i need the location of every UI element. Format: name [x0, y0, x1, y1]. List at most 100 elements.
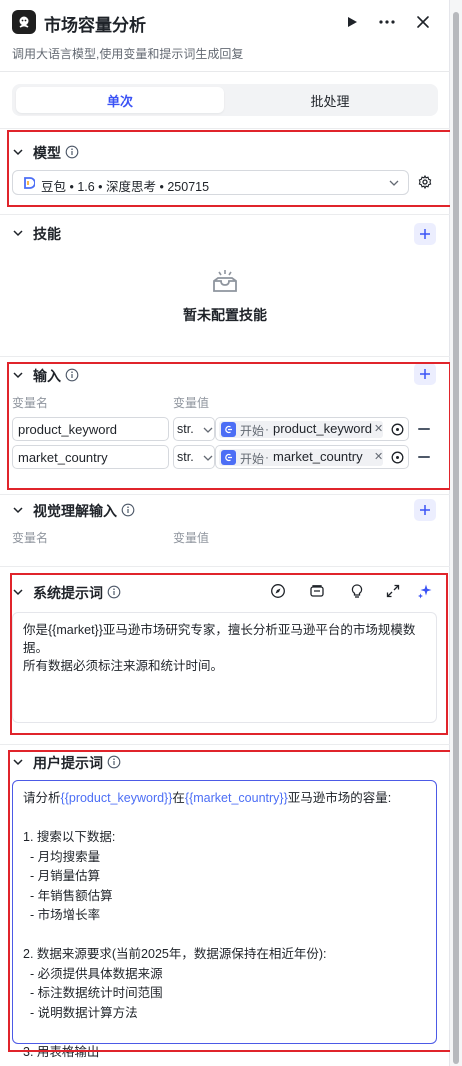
user-prompt-line: - 说明数据计算方法 — [23, 1005, 138, 1020]
system-prompt-editor[interactable]: 你是{{market}}亚马逊市场研究专家，擅长分析亚马逊平台的市场规模数 据。… — [12, 612, 437, 723]
scrollbar-thumb[interactable] — [453, 12, 459, 1064]
chevron-down-icon[interactable] — [12, 504, 24, 516]
empty-skills-illustration — [0, 268, 450, 297]
var-type-label: str. — [177, 450, 194, 464]
divider — [0, 494, 450, 495]
prompt-text: 请分析 — [23, 791, 61, 805]
var-type-label: str. — [177, 422, 194, 436]
user-prompt-line — [23, 926, 426, 946]
vision-section-title: 视觉理解输入 — [33, 503, 117, 519]
expand-icon[interactable] — [385, 583, 401, 599]
info-icon[interactable] — [65, 368, 79, 382]
system-prompt-line: 所有数据必须标注来源和统计时间。 — [23, 659, 224, 673]
more-icon[interactable] — [377, 12, 397, 32]
col-label-value: 变量值 — [173, 531, 210, 545]
llm-node-panel: 市场容量分析 调用大语言模型,使用变量和提示词生成回复 单次 批处理 模型 豆包… — [0, 0, 454, 1066]
doubao-logo-icon — [24, 177, 35, 189]
user-prompt-line: - 市场增长率 — [23, 908, 101, 922]
info-icon[interactable] — [107, 585, 121, 599]
remove-ref-icon[interactable]: ✕ — [374, 422, 383, 435]
system-prompt-title: 系统提示词 — [33, 585, 103, 601]
user-prompt-line: - 必须提供具体数据来源 — [23, 966, 163, 981]
user-prompt-line: 1. 搜索以下数据: — [23, 830, 116, 844]
node-logo-icon — [12, 10, 36, 34]
info-icon[interactable] — [121, 503, 135, 517]
user-prompt-line — [23, 809, 426, 829]
user-prompt-editor[interactable]: 请分析{{product_keyword}}在{{market_country}… — [12, 780, 437, 1059]
lightbulb-icon[interactable] — [349, 583, 365, 599]
highlight-box-model — [7, 130, 454, 207]
ref-variable-name: market_country — [273, 449, 363, 464]
user-prompt-line — [23, 1023, 426, 1043]
var-reference-field[interactable]: 开始 · product_keyword ✕ — [215, 417, 409, 441]
remove-ref-icon[interactable]: ✕ — [374, 450, 383, 463]
col-label-name: 变量名 — [12, 531, 49, 545]
mode-tabs: 单次 批处理 — [12, 84, 438, 116]
user-prompt-line: 2. 数据来源要求(当前2025年，数据源保持在相近年份): — [23, 947, 327, 961]
chevron-down-icon — [203, 427, 213, 433]
var-name-input[interactable]: market_country — [12, 445, 169, 469]
chevron-down-icon[interactable] — [12, 369, 24, 381]
system-prompt-line: 你是{{market}}亚马逊市场研究专家，擅长分析亚马逊平台的市场规模数 — [23, 623, 416, 637]
var-name-input[interactable]: product_keyword — [12, 417, 169, 441]
chevron-down-icon — [203, 455, 213, 461]
ref-variable-name: product_keyword — [273, 421, 372, 436]
plus-icon — [420, 369, 430, 379]
add-input-button[interactable] — [414, 363, 436, 385]
divider — [0, 566, 450, 567]
prompt-text: 亚马逊市场的容量: — [287, 791, 392, 805]
ai-sparkle-icon[interactable] — [417, 583, 433, 599]
ref-node-name: 开始 — [240, 452, 265, 466]
var-type-select[interactable]: str. — [173, 417, 215, 441]
ref-node-name: 开始 — [240, 424, 265, 438]
chevron-down-icon[interactable] — [12, 146, 24, 158]
var-reference-tag: 开始 · market_country ✕ — [219, 449, 383, 466]
tab-single[interactable]: 单次 — [16, 87, 224, 113]
empty-skills-label: 暂未配置技能 — [183, 307, 267, 323]
model-selected-label: 豆包 • 1.6 • 深度思考 • 250715 — [41, 180, 210, 194]
prompt-text: 在 — [172, 791, 185, 805]
target-icon[interactable] — [391, 423, 404, 436]
ref-separator: · — [265, 450, 269, 464]
col-label-name: 变量名 — [12, 396, 49, 410]
target-icon[interactable] — [391, 451, 404, 464]
add-skill-button[interactable] — [414, 223, 436, 245]
divider — [0, 128, 450, 129]
input-section-title: 输入 — [33, 368, 61, 384]
info-icon[interactable] — [107, 755, 121, 769]
user-prompt-line: - 月均搜索量 — [23, 849, 101, 864]
add-vision-input-button[interactable] — [414, 499, 436, 521]
col-label-value: 变量值 — [173, 396, 210, 410]
user-prompt-intro: 请分析{{product_keyword}}在{{market_country}… — [23, 789, 426, 809]
prompt-variable[interactable]: {{market_country}} — [185, 791, 288, 805]
tab-batch[interactable]: 批处理 — [226, 87, 434, 113]
empty-box-icon — [213, 270, 237, 292]
ref-separator: · — [265, 422, 269, 436]
model-select[interactable]: 豆包 • 1.6 • 深度思考 • 250715 — [12, 170, 409, 195]
node-title[interactable]: 市场容量分析 — [44, 11, 146, 36]
user-prompt-line: - 标注数据统计时间范围 — [23, 986, 163, 1000]
remove-row-icon[interactable] — [418, 428, 430, 430]
remove-row-icon[interactable] — [418, 456, 430, 458]
system-prompt-line: 据。 — [23, 641, 49, 655]
prompt-library-icon[interactable] — [309, 583, 325, 599]
user-prompt-line: - 月销量估算 — [23, 869, 101, 883]
chevron-down-icon — [389, 180, 399, 186]
var-type-select[interactable]: str. — [173, 445, 215, 469]
start-node-icon — [221, 422, 236, 437]
node-description[interactable]: 调用大语言模型,使用变量和提示词生成回复 — [12, 45, 243, 62]
chevron-down-icon[interactable] — [12, 586, 24, 598]
user-prompt-line: 3. 用表格输出 — [23, 1044, 100, 1059]
plus-icon — [420, 505, 430, 515]
var-reference-field[interactable]: 开始 · market_country ✕ — [215, 445, 409, 469]
compass-icon[interactable] — [270, 583, 286, 599]
run-icon[interactable] — [342, 12, 362, 32]
prompt-variable[interactable]: {{product_keyword}} — [61, 791, 173, 805]
info-icon[interactable] — [65, 145, 79, 159]
chevron-down-icon[interactable] — [12, 227, 24, 239]
var-reference-tag: 开始 · product_keyword ✕ — [219, 421, 383, 438]
close-icon[interactable] — [413, 12, 433, 32]
chevron-down-icon[interactable] — [12, 756, 24, 768]
panel-header: 市场容量分析 调用大语言模型,使用变量和提示词生成回复 — [0, 0, 450, 72]
model-settings-gear-icon[interactable] — [418, 175, 432, 189]
